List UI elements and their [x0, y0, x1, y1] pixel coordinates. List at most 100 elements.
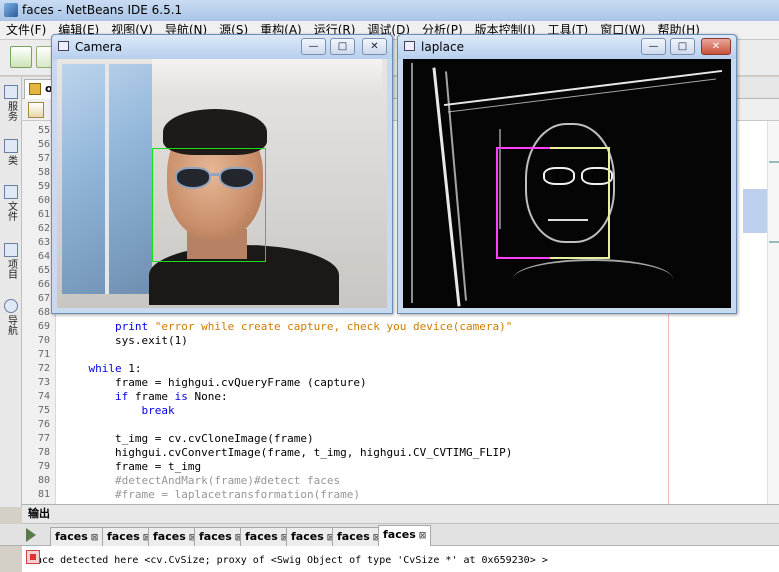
- window-icon: [58, 41, 69, 51]
- menu-item[interactable]: 文件(F): [0, 21, 52, 39]
- code-token: highgui.cvConvertImage(frame, t_img, hig…: [62, 446, 513, 459]
- services-icon: [4, 85, 18, 99]
- code-token: "error while create capture, check you d…: [154, 320, 513, 333]
- dock-tab-projects[interactable]: 项目: [2, 243, 20, 279]
- code-line[interactable]: #detectAndMark(frame)#detect faces: [62, 474, 340, 487]
- output-tab-label: faces: [153, 530, 186, 543]
- line-number: 57: [37, 153, 50, 164]
- code-line[interactable]: t_img = cv.cvCloneImage(frame): [62, 432, 314, 445]
- classes-icon: [4, 139, 18, 153]
- stripe-mark[interactable]: [769, 241, 779, 243]
- window-icon: [404, 41, 415, 51]
- camera-window[interactable]: Camera — □ ✕: [51, 34, 393, 314]
- close-tab-icon[interactable]: ⊠: [419, 531, 427, 541]
- line-number: 69: [37, 321, 50, 332]
- output-tab-label: faces: [383, 528, 416, 541]
- code-token: frame: [128, 390, 175, 403]
- code-token: break: [141, 404, 175, 417]
- code-token: while: [88, 362, 122, 375]
- side-dock: 服务 类 文件 项目 导航: [0, 77, 22, 507]
- line-number: 55: [37, 125, 50, 136]
- close-button[interactable]: ✕: [701, 38, 731, 55]
- camera-image: [57, 59, 387, 308]
- line-number: 58: [37, 167, 50, 178]
- code-line[interactable]: highgui.cvConvertImage(frame, t_img, hig…: [62, 446, 512, 459]
- code-token: None:: [187, 390, 228, 403]
- line-number: 59: [37, 181, 50, 192]
- line-number: 74: [37, 391, 50, 402]
- laplace-window-titlebar[interactable]: laplace — □ ✕: [398, 35, 736, 59]
- code-line[interactable]: while 1:: [62, 362, 142, 375]
- line-number: 75: [37, 405, 50, 416]
- output-tab-label: faces: [55, 530, 88, 543]
- code-line[interactable]: if frame is None:: [62, 390, 228, 403]
- laplace-window[interactable]: laplace — □ ✕: [397, 34, 737, 314]
- dock-tab-classes[interactable]: 类: [2, 139, 20, 165]
- line-number: 81: [37, 489, 50, 500]
- ide-title-text: faces - NetBeans IDE 6.5.1: [22, 3, 183, 17]
- code-line[interactable]: frame = highgui.cvQueryFrame (capture): [62, 376, 367, 389]
- stop-icon[interactable]: [26, 550, 40, 564]
- output-console[interactable]: face detected here <cv.CvSize; proxy of …: [22, 546, 779, 572]
- maximize-button[interactable]: □: [330, 38, 355, 55]
- dock-tab-services[interactable]: 服务: [2, 85, 20, 121]
- line-number: 76: [37, 419, 50, 430]
- netbeans-icon: [4, 3, 18, 17]
- line-number: 67: [37, 293, 50, 304]
- line-number: 73: [37, 377, 50, 388]
- output-tab[interactable]: faces ⊠: [50, 527, 104, 546]
- line-number: 64: [37, 251, 50, 262]
- rerun-icon[interactable]: [26, 528, 36, 542]
- output-line: face detected here <cv.CvSize; proxy of …: [30, 555, 548, 566]
- laplace-window-title: laplace: [421, 40, 464, 54]
- line-number: 60: [37, 195, 50, 206]
- line-number: 71: [37, 349, 50, 360]
- output-tab-label: faces: [107, 530, 140, 543]
- line-number: 78: [37, 447, 50, 458]
- code-token: is: [174, 390, 188, 403]
- dock-tab-files[interactable]: 文件: [2, 185, 20, 221]
- code-token: frame = t_img: [62, 460, 202, 473]
- laplace-box-left: [496, 147, 550, 259]
- line-number: 65: [37, 265, 50, 276]
- close-button[interactable]: ✕: [362, 38, 387, 55]
- code-line[interactable]: #frame = laplacetransformation(frame): [62, 488, 360, 501]
- new-project-icon[interactable]: [10, 46, 32, 68]
- laplace-box-right: [550, 147, 610, 259]
- code-line[interactable]: break: [62, 404, 175, 417]
- line-number: 63: [37, 237, 50, 248]
- output-tab-label: faces: [245, 530, 278, 543]
- line-number: 66: [37, 279, 50, 290]
- code-line[interactable]: frame = t_img: [62, 460, 201, 473]
- line-number: 62: [37, 223, 50, 234]
- camera-window-title: Camera: [75, 40, 123, 54]
- code-token: frame = highgui.cvQueryFrame (capture): [62, 376, 367, 389]
- camera-window-titlebar[interactable]: Camera — □ ✕: [52, 35, 392, 59]
- close-tab-icon[interactable]: ⊠: [91, 533, 99, 543]
- code-line[interactable]: print "error while create capture, check…: [62, 320, 512, 333]
- code-line[interactable]: sys.exit(1): [62, 334, 188, 347]
- line-number: 79: [37, 461, 50, 472]
- output-tab-label: faces: [337, 530, 370, 543]
- code-token: #detectAndMark(frame)#detect faces: [62, 474, 341, 487]
- output-tab[interactable]: faces ⊠: [378, 525, 432, 546]
- minimize-button[interactable]: —: [641, 38, 666, 55]
- code-token: t_img = cv.cvCloneImage(frame): [62, 432, 314, 445]
- navigator-icon: [4, 299, 18, 313]
- face-detection-box: [152, 148, 266, 262]
- python-file-icon: [29, 83, 41, 95]
- line-number: 80: [37, 475, 50, 486]
- minimize-button[interactable]: —: [301, 38, 326, 55]
- source-view-icon[interactable]: [28, 102, 44, 118]
- dock-tab-navigator[interactable]: 导航: [2, 299, 20, 335]
- error-stripe[interactable]: [767, 121, 779, 504]
- ide-title-bar: faces - NetBeans IDE 6.5.1: [0, 0, 779, 21]
- stripe-mark[interactable]: [769, 161, 779, 163]
- maximize-button[interactable]: □: [670, 38, 695, 55]
- code-token: print: [114, 320, 149, 333]
